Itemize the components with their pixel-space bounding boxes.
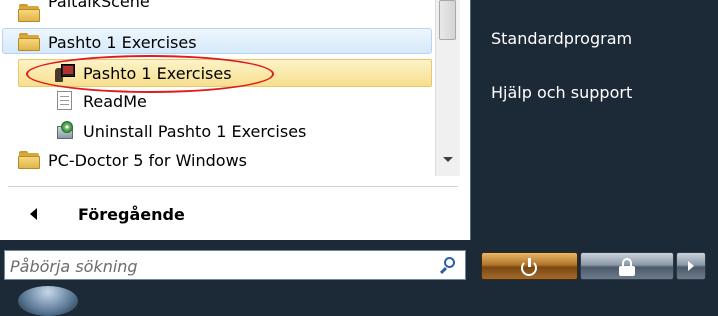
back-label: Föregående — [78, 204, 185, 224]
program-item-uninstall[interactable]: Uninstall Pashto 1 Exercises — [55, 118, 306, 144]
program-label: PaltalkScene — [48, 0, 150, 11]
chevron-right-icon — [688, 261, 694, 271]
search-box[interactable] — [4, 250, 466, 280]
back-button[interactable]: Föregående — [0, 200, 185, 228]
scrollbar-thumb[interactable] — [439, 0, 456, 40]
power-icon — [520, 258, 538, 276]
program-folder-pashto[interactable]: Pashto 1 Exercises — [18, 29, 197, 55]
folder-icon — [18, 33, 40, 51]
back-arrow-icon — [30, 208, 37, 220]
document-icon — [55, 91, 73, 111]
program-label: Pashto 1 Exercises — [48, 32, 197, 52]
lock-icon — [618, 258, 636, 276]
shutdown-options-button[interactable] — [676, 252, 706, 280]
search-input[interactable] — [10, 255, 430, 277]
folder-icon — [18, 4, 40, 22]
program-item-readme[interactable]: ReadMe — [55, 88, 147, 114]
uninstall-icon — [55, 121, 75, 141]
programs-panel: PaltalkScene Pashto 1 Exercises Pashto 1… — [0, 0, 471, 240]
program-label: PC-Doctor 5 for Windows — [48, 150, 247, 170]
programs-scrollbar[interactable] — [435, 0, 460, 176]
lock-button[interactable] — [580, 252, 674, 280]
shutdown-button[interactable] — [481, 252, 578, 280]
link-default-programs[interactable]: Standardprogram — [491, 29, 632, 48]
program-folder-pcdoctor[interactable]: PC-Doctor 5 for Windows — [18, 147, 247, 173]
search-icon[interactable] — [439, 257, 455, 275]
program-label: Uninstall Pashto 1 Exercises — [83, 121, 307, 141]
program-label: ReadMe — [83, 91, 147, 111]
folder-icon — [18, 151, 40, 169]
program-folder-paltalkscene[interactable]: PaltalkScene — [18, 0, 150, 26]
divider — [8, 186, 458, 187]
scroll-down-arrow-icon[interactable] — [443, 157, 453, 162]
link-help-support[interactable]: Hjälp och support — [491, 83, 632, 102]
start-orb[interactable] — [18, 286, 78, 316]
